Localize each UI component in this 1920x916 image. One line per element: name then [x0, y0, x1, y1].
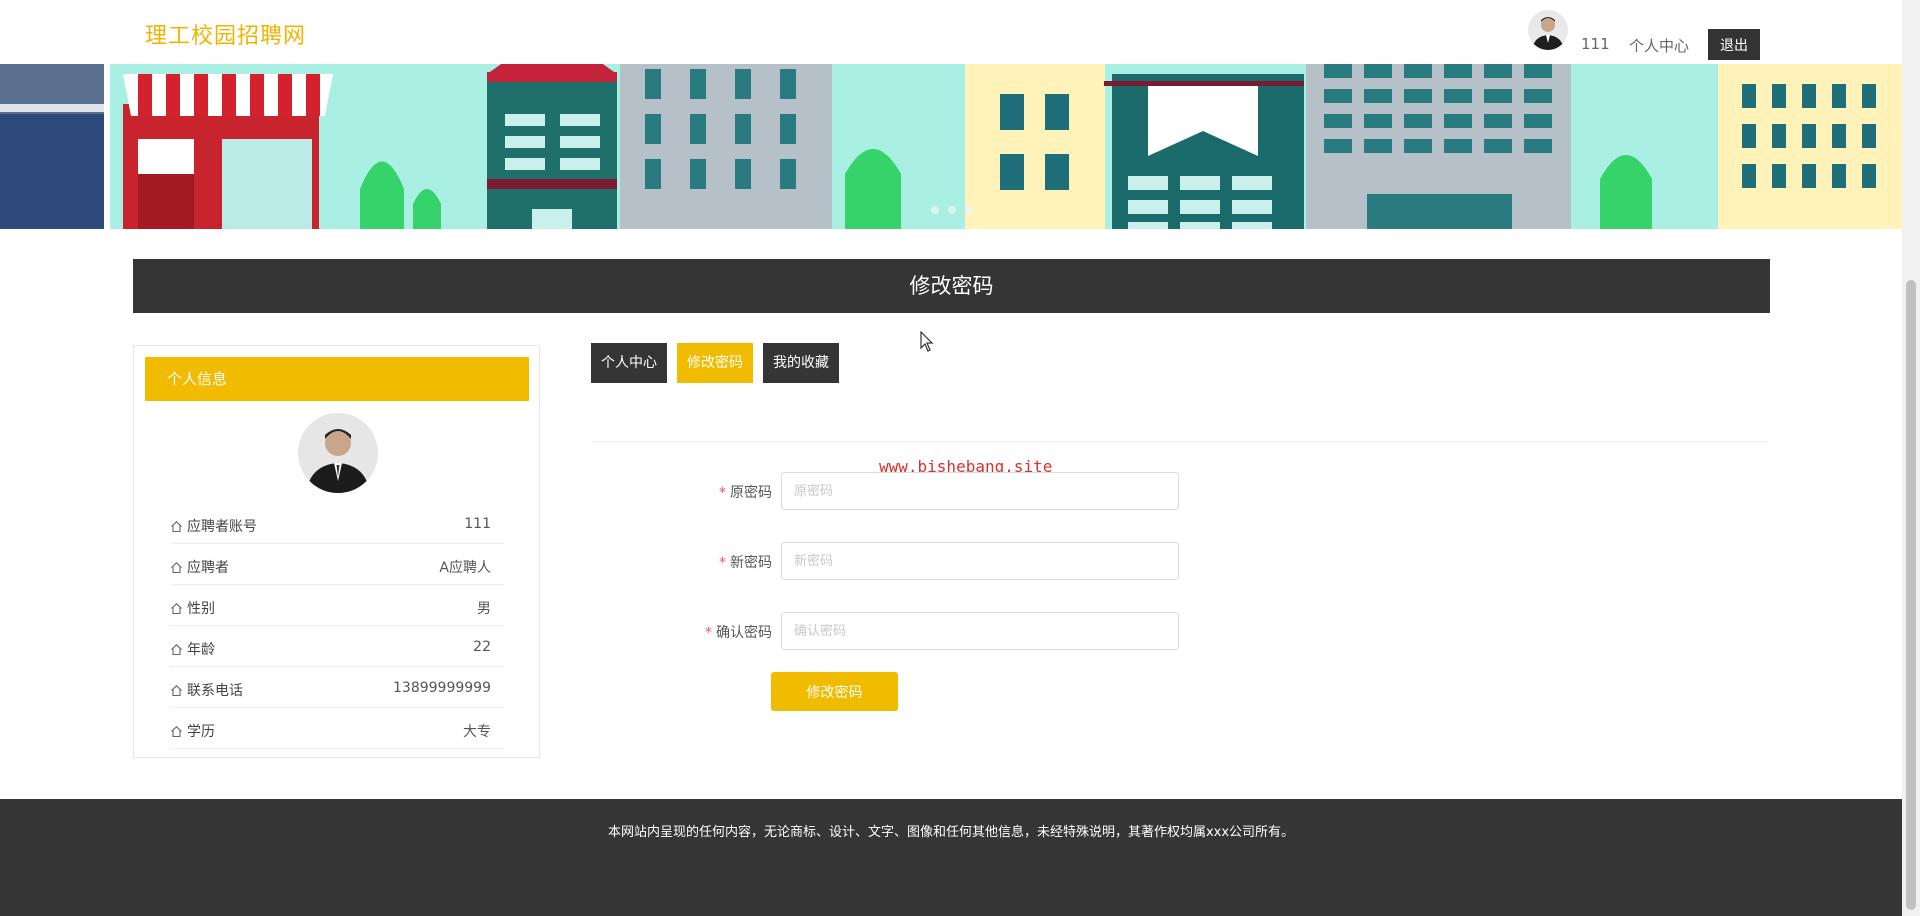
info-value: 13899999999	[393, 680, 491, 696]
info-label: 联系电话	[187, 683, 243, 699]
tab-personal-center[interactable]: 个人中心	[591, 343, 667, 383]
personal-center-link[interactable]: 个人中心	[1629, 35, 1689, 56]
info-row-name: 应聘者 A应聘人	[170, 544, 505, 585]
info-label: 应聘者	[187, 560, 229, 576]
info-row-phone: 联系电话 13899999999	[170, 667, 505, 708]
profile-avatar	[298, 413, 378, 493]
info-row-gender: 性别 男	[170, 585, 505, 626]
info-value: 111	[464, 516, 491, 532]
info-label: 性别	[187, 601, 215, 617]
home-icon	[171, 684, 182, 696]
info-label: 年龄	[187, 642, 215, 658]
info-label: 应聘者账号	[187, 519, 257, 535]
confirm-password-label: * 确认密码	[705, 625, 772, 641]
logout-button[interactable]: 退出	[1708, 29, 1760, 60]
tab-change-password[interactable]: 修改密码	[677, 343, 753, 383]
page-title: 修改密码	[133, 259, 1770, 313]
footer: 本网站内呈现的任何内容，无论商标、设计、文字、图像和任何其他信息，未经特殊说明，…	[0, 799, 1902, 916]
info-row-education: 学历 大专	[170, 708, 505, 749]
home-icon	[171, 643, 182, 655]
info-row-age: 年龄 22	[170, 626, 505, 667]
avatar-portrait-icon	[1528, 10, 1568, 50]
footer-copyright: 本网站内呈现的任何内容，无论商标、设计、文字、图像和任何其他信息，未经特殊说明，…	[607, 825, 1295, 840]
old-password-input[interactable]	[781, 472, 1179, 510]
confirm-password-input[interactable]	[781, 612, 1179, 650]
old-password-label: * 原密码	[719, 485, 772, 501]
personal-info-heading: 个人信息	[145, 357, 529, 401]
info-label: 学历	[187, 724, 215, 740]
username-label: 111	[1581, 35, 1610, 53]
banner-carousel[interactable]	[0, 64, 1902, 229]
info-row-account: 应聘者账号 111	[170, 503, 505, 544]
home-icon	[171, 520, 182, 532]
tab-my-favorites[interactable]: 我的收藏	[763, 343, 839, 383]
top-navbar: 理工校园招聘网 111 个人中心 退出	[0, 0, 1902, 64]
scrollbar-thumb[interactable]	[1906, 280, 1916, 910]
content-divider	[591, 441, 1768, 442]
page-scrollbar[interactable]	[1902, 0, 1920, 916]
city-buildings-illustration	[0, 64, 1902, 229]
home-icon	[171, 602, 182, 614]
site-logo[interactable]: 理工校园招聘网	[145, 18, 306, 50]
user-avatar[interactable]	[1528, 10, 1568, 50]
home-icon	[171, 725, 182, 737]
info-value: 22	[473, 639, 491, 655]
home-icon	[171, 561, 182, 573]
info-value: 大专	[463, 724, 491, 740]
submit-change-password-button[interactable]: 修改密码	[771, 672, 898, 711]
profile-portrait-icon	[298, 413, 378, 493]
info-value: A应聘人	[439, 560, 491, 576]
new-password-label: * 新密码	[719, 555, 772, 571]
new-password-input[interactable]	[781, 542, 1179, 580]
personal-info-panel: 个人信息 应聘者账号 111 应聘者 A应聘人 性别 男 年龄 22 联系电话 …	[133, 345, 540, 758]
mouse-cursor-icon	[920, 331, 934, 352]
info-value: 男	[477, 601, 491, 617]
